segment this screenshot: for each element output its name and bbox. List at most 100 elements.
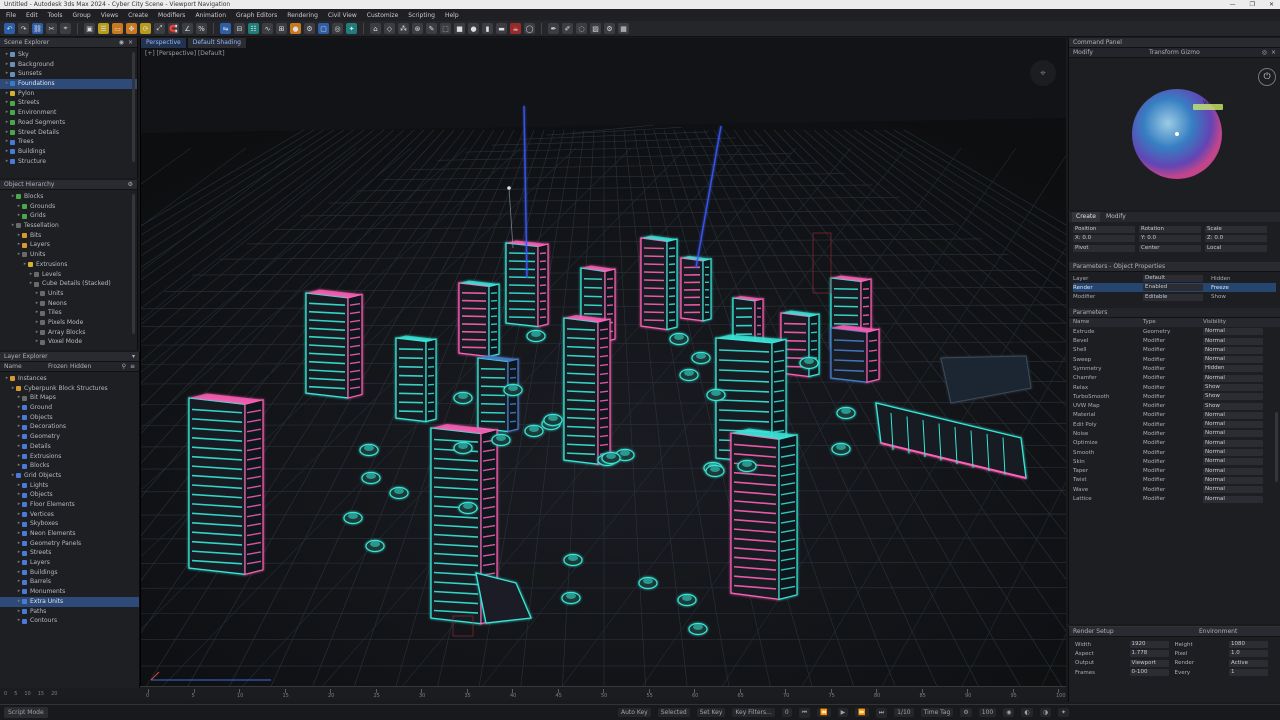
list-item[interactable]: Smooth Modifier Normal (1073, 448, 1276, 457)
tree-item[interactable]: ▸ Foundations (0, 79, 137, 89)
render-value[interactable]: 0-100 (1129, 669, 1169, 677)
lasso-icon[interactable]: ◌ (576, 23, 587, 34)
menu-item-file[interactable]: File (6, 12, 16, 19)
maximize-button[interactable]: ❐ (1250, 0, 1255, 9)
system-icon[interactable]: ⊛ (412, 23, 423, 34)
tree-item[interactable]: ▸ Objects (0, 490, 139, 500)
tree-item[interactable]: ▸ Street Details (0, 128, 137, 138)
transform-field[interactable]: Position (1073, 226, 1135, 234)
tree-item[interactable]: ▸ Sunsets (0, 69, 137, 79)
scrollbar[interactable] (1275, 412, 1278, 482)
tree-item[interactable]: ▸ Background (0, 60, 137, 70)
bind-icon[interactable]: ⌖ (60, 23, 71, 34)
close-button[interactable]: ✕ (1269, 0, 1274, 9)
menu-item-graph-editors[interactable]: Graph Editors (236, 12, 277, 19)
light-icon[interactable]: ✦ (346, 23, 357, 34)
material-icon[interactable]: ● (290, 23, 301, 34)
tree-item[interactable]: ▸ Bits (0, 231, 137, 241)
menu-item-help[interactable]: Help (445, 12, 459, 19)
tree-item[interactable]: ▸ Trees (0, 137, 137, 147)
tree-item[interactable]: ▸ Cyberpunk Block Structures (0, 384, 139, 394)
city-scene[interactable] (141, 38, 1066, 688)
menu-item-animation[interactable]: Animation (195, 12, 226, 19)
menu-item-modifiers[interactable]: Modifiers (158, 12, 185, 19)
render-frame-icon[interactable]: ▢ (318, 23, 329, 34)
sphere-icon[interactable]: ● (468, 23, 479, 34)
tree-item[interactable]: ▸ Road Segments (0, 118, 137, 128)
tree-item[interactable]: ▸ Skyboxes (0, 519, 139, 529)
playback-control[interactable]: ⏮ (798, 707, 811, 718)
render-value[interactable]: 1920 (1129, 641, 1169, 649)
mirror-icon[interactable]: ⇋ (220, 23, 231, 34)
tree-item[interactable]: ▸ Tessellation (0, 221, 137, 231)
tree-item[interactable]: ▸ Extrusions (0, 452, 139, 462)
minimize-button[interactable]: — (1230, 0, 1236, 9)
plane-icon[interactable]: ▬ (496, 23, 507, 34)
tree-item[interactable]: ▸ Ground (0, 403, 139, 413)
tree-item[interactable]: ▸ Cube Details (Stacked) (0, 279, 137, 289)
tab-default-shading[interactable]: Default Shading (187, 38, 246, 48)
move-icon[interactable]: ✥ (126, 23, 137, 34)
tree-item[interactable]: ▸ Units (0, 289, 137, 299)
script-mode-button[interactable]: Script Mode (4, 707, 48, 718)
tree-item[interactable]: ▸ Streets (0, 548, 139, 558)
space-warp-icon[interactable]: ⁂ (398, 23, 409, 34)
render-value[interactable]: Viewport (1129, 659, 1169, 667)
menu-item-scripting[interactable]: Scripting (408, 12, 435, 19)
list-item[interactable]: Relax Modifier Show (1073, 383, 1276, 392)
param-value[interactable]: Enabled (1143, 284, 1203, 292)
menu-item-group[interactable]: Group (72, 12, 90, 19)
param-value[interactable]: Editable (1143, 293, 1203, 301)
tree-item[interactable]: ▸ Sky (0, 50, 137, 60)
tree-item[interactable]: ▸ Levels (0, 270, 137, 280)
tree-item[interactable]: ▸ Pylon (0, 89, 137, 99)
list-item[interactable]: Noise Modifier Normal (1073, 429, 1276, 438)
list-item[interactable]: Shell Modifier Normal (1073, 346, 1276, 355)
orbit-icon[interactable]: ⏻ (1258, 68, 1276, 86)
tree-item[interactable]: ▸ Buildings (0, 568, 139, 578)
tab-perspective[interactable]: Perspective (141, 38, 186, 48)
shape-icon[interactable]: ✎ (426, 23, 437, 34)
filter-icon[interactable]: ⚲ (122, 362, 126, 372)
tree-item[interactable]: ▸ Monuments (0, 587, 139, 597)
playback-control[interactable]: 0 (781, 708, 792, 717)
list-item[interactable]: Lattice Modifier Normal (1073, 494, 1276, 503)
render-value[interactable]: 1080 (1229, 641, 1268, 649)
list-item[interactable]: Symmetry Modifier Hidden (1073, 364, 1276, 373)
torus-icon[interactable]: ◯ (524, 23, 535, 34)
close-icon[interactable]: × (1271, 48, 1276, 58)
list-item[interactable]: Taper Modifier Normal (1073, 467, 1276, 476)
navigation-hud-icon[interactable]: ⌖ (1030, 60, 1056, 86)
list-item[interactable]: Wave Modifier Normal (1073, 485, 1276, 494)
tree-item[interactable]: ▸ Neon Elements (0, 529, 139, 539)
rect-select-icon[interactable]: ▭ (112, 23, 123, 34)
playback-control[interactable]: ⏩ (855, 708, 869, 717)
transform-field[interactable]: Y: 0.0 (1139, 235, 1201, 243)
tree-item[interactable]: ▸ Array Blocks (0, 328, 137, 338)
tree-item[interactable]: ▸ Barrels (0, 577, 139, 587)
menu-item-tools[interactable]: Tools (48, 12, 63, 19)
render-value[interactable]: 1 (1229, 669, 1268, 677)
tree-item[interactable]: ▸ Extra Units (0, 596, 139, 607)
list-item[interactable]: Extrude Geometry Normal (1073, 327, 1276, 336)
unlink-icon[interactable]: ✂ (46, 23, 57, 34)
list-item[interactable]: TurboSmooth Modifier Show (1073, 392, 1276, 401)
snap-icon[interactable]: 🧲 (168, 23, 179, 34)
tab-modify[interactable]: Modify (1102, 212, 1130, 222)
redo-icon[interactable]: ↷ (18, 23, 29, 34)
render-value[interactable]: Active (1229, 659, 1268, 667)
tree-item[interactable]: ▸ Buildings (0, 147, 137, 157)
tab-create[interactable]: Create (1072, 212, 1100, 222)
transform-field[interactable]: Z: 0.0 (1205, 235, 1267, 243)
transform-field[interactable]: Scale (1205, 226, 1267, 234)
teapot-icon[interactable]: ☕ (510, 23, 521, 34)
tree-item[interactable]: ▸ Grid Objects (0, 471, 139, 481)
tree-item[interactable]: ▸ Grounds (0, 202, 137, 212)
tree-item[interactable]: ▸ Bit Maps (0, 393, 139, 403)
scrollbar[interactable] (132, 52, 135, 162)
link-icon[interactable]: ⛓ (32, 23, 43, 34)
menu-item-rendering[interactable]: Rendering (287, 12, 318, 19)
tree-item[interactable]: ▸ Streets (0, 98, 137, 108)
box-icon[interactable]: ■ (454, 23, 465, 34)
tree-item[interactable]: ▸ Geometry Panels (0, 539, 139, 549)
